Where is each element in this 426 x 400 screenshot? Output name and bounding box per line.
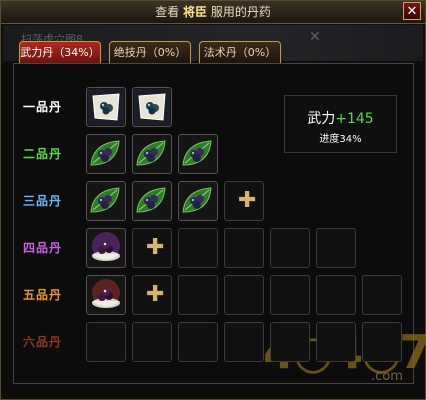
pill-icon[interactable] (132, 87, 172, 127)
empty-slot (362, 275, 402, 315)
pill-icon[interactable] (86, 275, 126, 315)
plus-icon: ✚ (146, 235, 165, 260)
pill-icon[interactable] (178, 181, 218, 221)
empty-slot (224, 228, 264, 268)
pill-icon[interactable] (132, 134, 172, 174)
empty-slot (362, 322, 402, 362)
tab-fashu-dan[interactable]: 法术丹（0%） (199, 41, 281, 63)
add-pill-slot[interactable]: ✚ (132, 275, 172, 315)
tab-jueji-dan[interactable]: 绝技丹（0%） (109, 41, 191, 63)
plus-icon: ✚ (146, 282, 165, 307)
pill-icon[interactable] (132, 181, 172, 221)
empty-slot (270, 322, 310, 362)
empty-slot (178, 275, 218, 315)
tab-wuli-dan[interactable]: 武力丹（34%） (19, 41, 101, 63)
row-label: 五品丹 (23, 288, 63, 302)
pill-icon[interactable] (178, 134, 218, 174)
plus-icon: ✚ (238, 188, 257, 213)
dan-medicine-window: 查看 将臣 服用的丹药 ✕ 扫荡虎穴图8 ✕ 武力丹（34%） 绝技丹（0%） … (0, 0, 426, 400)
empty-slot (316, 228, 356, 268)
empty-slot (316, 275, 356, 315)
row-label: 三品丹 (23, 194, 63, 208)
row-label: 二品丹 (23, 147, 63, 161)
empty-slot (270, 275, 310, 315)
row-label: 六品丹 (23, 335, 63, 349)
empty-slot (316, 322, 356, 362)
pill-icon[interactable] (86, 181, 126, 221)
title-prefix: 查看 (155, 5, 180, 19)
empty-slot (224, 322, 264, 362)
watermark-domain: .com (371, 369, 403, 384)
stat-name: 武力 (307, 111, 336, 127)
pill-icon[interactable] (86, 134, 126, 174)
empty-slot (224, 275, 264, 315)
add-pill-slot[interactable]: ✚ (224, 181, 264, 221)
empty-slot (178, 228, 218, 268)
empty-slot (270, 228, 310, 268)
pill-icon[interactable] (86, 87, 126, 127)
row-label: 一品丹 (23, 100, 63, 114)
title-general-name: 将臣 (182, 5, 207, 19)
stat-bonus: +145 (335, 111, 374, 127)
row-label: 四品丹 (23, 241, 63, 255)
empty-slot (178, 322, 218, 362)
stat-progress: 进度34% (319, 134, 362, 145)
empty-slot (132, 322, 172, 362)
pill-icon[interactable] (86, 228, 126, 268)
background-close-icon: ✕ (309, 29, 321, 45)
title-suffix: 服用的丹药 (210, 5, 271, 19)
window-title: 查看 将臣 服用的丹药 (1, 1, 425, 24)
stat-summary: 武力+145 进度34% (284, 95, 397, 153)
stat-line: 武力+145 (285, 108, 396, 128)
empty-slot (86, 322, 126, 362)
close-icon[interactable]: ✕ (403, 2, 421, 20)
add-pill-slot[interactable]: ✚ (132, 228, 172, 268)
